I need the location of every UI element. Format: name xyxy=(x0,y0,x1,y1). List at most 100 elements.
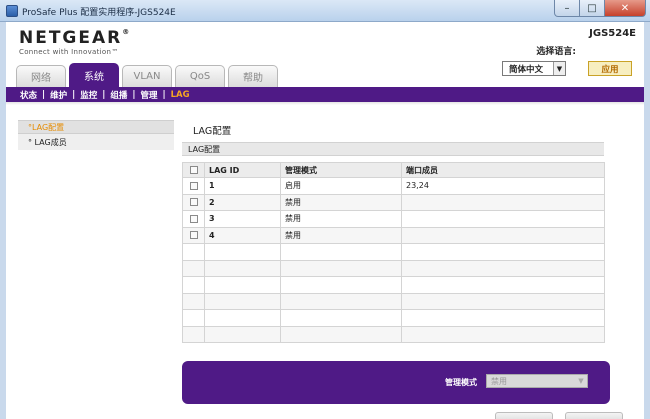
lag-id-cell: 3 xyxy=(204,210,281,228)
port-members-cell xyxy=(401,193,605,211)
admin-mode-select[interactable]: 禁用 ▼ xyxy=(486,374,588,388)
row-select-cell xyxy=(182,210,205,228)
tab-vlan[interactable]: VLAN xyxy=(122,65,172,87)
minimize-button[interactable]: – xyxy=(554,0,580,17)
bottom-settings-bar: 管理模式 禁用 ▼ xyxy=(182,361,610,404)
table-row[interactable]: 4 禁用 xyxy=(182,226,605,244)
subnav-shadow xyxy=(6,102,644,105)
port-members-cell: 23,24 xyxy=(401,177,605,195)
admin-mode-cell: 禁用 xyxy=(280,193,402,211)
empty-cell xyxy=(280,243,402,261)
empty-cell xyxy=(401,325,605,343)
empty-cell xyxy=(182,243,205,261)
empty-cell xyxy=(280,276,402,294)
dropdown-arrow-icon: ▼ xyxy=(553,62,565,75)
window-titlebar: ProSafe Plus 配置实用程序-JGS524E – □ ✕ xyxy=(0,0,650,22)
subnav-management[interactable]: 管理 xyxy=(141,89,158,101)
port-members-cell xyxy=(401,210,605,228)
lag-id-cell: 1 xyxy=(204,177,281,195)
maximize-button[interactable]: □ xyxy=(579,0,605,17)
menu-item-lag-config[interactable]: °LAG配置 xyxy=(18,120,174,134)
empty-cell xyxy=(204,325,281,343)
empty-cell xyxy=(204,292,281,310)
admin-mode-label: 管理模式 xyxy=(445,378,477,387)
empty-cell xyxy=(204,259,281,277)
subnav-maintenance[interactable]: 维护 xyxy=(50,89,67,101)
language-select[interactable]: 简体中文 ▼ xyxy=(502,61,566,76)
subnav-lag[interactable]: LAG xyxy=(171,90,190,100)
select-all-cell xyxy=(182,162,205,178)
row-select-cell xyxy=(182,193,205,211)
app-client-area: NETGEAR® Connect with Innovation™ JGS524… xyxy=(6,22,644,419)
empty-cell xyxy=(280,325,402,343)
empty-cell xyxy=(182,276,205,294)
subnav-monitoring[interactable]: 监控 xyxy=(80,89,97,101)
subnav-separator: | xyxy=(162,89,166,100)
empty-cell xyxy=(182,325,205,343)
empty-cell xyxy=(182,259,205,277)
netgear-logo: NETGEAR® Connect with Innovation™ xyxy=(19,28,131,56)
row-checkbox[interactable] xyxy=(189,214,198,223)
empty-cell xyxy=(280,259,402,277)
row-checkbox[interactable] xyxy=(189,198,198,207)
table-row[interactable]: 3 禁用 xyxy=(182,210,605,228)
subnav-separator: | xyxy=(102,89,106,100)
admin-mode-cell: 启用 xyxy=(280,177,402,195)
empty-cell xyxy=(182,309,205,327)
lag-table-body: 1 启用 23,24 2 禁用 3 禁用 4 禁用 xyxy=(182,177,605,343)
page-title: LAG配置 xyxy=(193,126,232,137)
row-checkbox[interactable] xyxy=(189,181,198,190)
admin-mode-select-value: 禁用 xyxy=(491,376,507,386)
tab-qos[interactable]: QoS xyxy=(175,65,225,87)
empty-cell xyxy=(401,243,605,261)
subnav-separator: | xyxy=(72,89,76,100)
left-menu: °LAG配置 ° LAG成员 xyxy=(18,120,174,150)
subnav-separator: | xyxy=(132,89,136,100)
tab-help[interactable]: 帮助 xyxy=(228,65,278,87)
empty-cell xyxy=(204,276,281,294)
apply-button[interactable]: 应用 xyxy=(588,61,632,76)
admin-mode-cell: 禁用 xyxy=(280,226,402,244)
sub-navigation: 状态 | 维护 | 监控 | 组播 | 管理 | LAG xyxy=(6,87,644,102)
tab-network[interactable]: 网络 xyxy=(16,65,66,87)
footer-buttons xyxy=(495,412,635,419)
empty-table-row xyxy=(182,259,605,277)
select-all-checkbox[interactable] xyxy=(189,166,198,174)
empty-table-row xyxy=(182,243,605,261)
brand-mark: ® xyxy=(122,28,132,36)
admin-mode-cell: 禁用 xyxy=(280,210,402,228)
model-name: JGS524E xyxy=(589,28,636,39)
brand-name: NETGEAR® xyxy=(19,28,131,48)
column-header-lag-id: LAG ID xyxy=(204,162,281,178)
lag-table: LAG ID 管理模式 端口成员 1 启用 23,24 2 禁用 3 禁用 4 … xyxy=(182,162,605,343)
subnav-separator: | xyxy=(42,89,46,100)
subnav-status[interactable]: 状态 xyxy=(20,89,37,101)
tab-system[interactable]: 系统 xyxy=(69,63,119,87)
empty-table-row xyxy=(182,309,605,327)
empty-cell xyxy=(401,292,605,310)
port-members-cell xyxy=(401,226,605,244)
row-checkbox[interactable] xyxy=(189,231,198,240)
table-header-row: LAG ID 管理模式 端口成员 xyxy=(182,162,605,178)
app-icon xyxy=(6,5,18,17)
table-row[interactable]: 1 启用 23,24 xyxy=(182,177,605,195)
empty-cell xyxy=(280,309,402,327)
language-select-value: 简体中文 xyxy=(509,64,544,75)
main-tabs: 网络 系统 VLAN QoS 帮助 xyxy=(16,63,281,87)
empty-cell xyxy=(182,292,205,310)
subnav-multicast[interactable]: 组播 xyxy=(110,89,127,101)
menu-item-lag-members[interactable]: ° LAG成员 xyxy=(18,134,174,150)
column-header-admin-mode: 管理模式 xyxy=(280,162,402,178)
language-label: 选择语言: xyxy=(536,47,576,57)
row-select-cell xyxy=(182,226,205,244)
footer-button[interactable] xyxy=(495,412,553,419)
empty-table-row xyxy=(182,325,605,343)
empty-table-row xyxy=(182,276,605,294)
empty-cell xyxy=(401,309,605,327)
row-select-cell xyxy=(182,177,205,195)
footer-button[interactable] xyxy=(565,412,623,419)
table-row[interactable]: 2 禁用 xyxy=(182,193,605,211)
close-button[interactable]: ✕ xyxy=(604,0,646,17)
empty-table-row xyxy=(182,292,605,310)
brand-tagline: Connect with Innovation™ xyxy=(19,48,119,56)
